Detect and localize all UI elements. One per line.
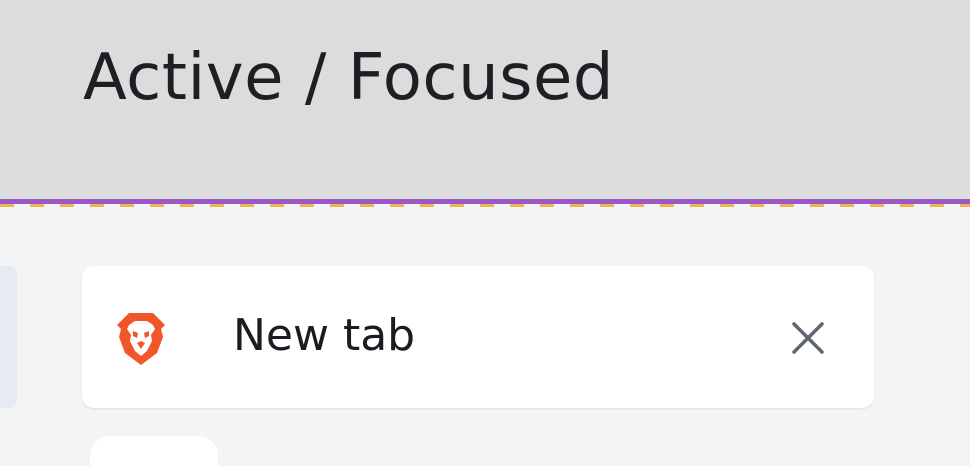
adjacent-tab-stub: [0, 266, 17, 408]
divider-dashes: [0, 204, 970, 207]
close-icon[interactable]: [788, 318, 828, 358]
tab-new-tab[interactable]: New tab: [82, 266, 874, 408]
next-tab-stub: [90, 436, 218, 466]
tab-title: New tab: [233, 310, 416, 361]
section-header: Active / Focused: [0, 0, 970, 200]
page-title: Active / Focused: [83, 41, 614, 115]
brave-lion-icon: [115, 311, 167, 367]
